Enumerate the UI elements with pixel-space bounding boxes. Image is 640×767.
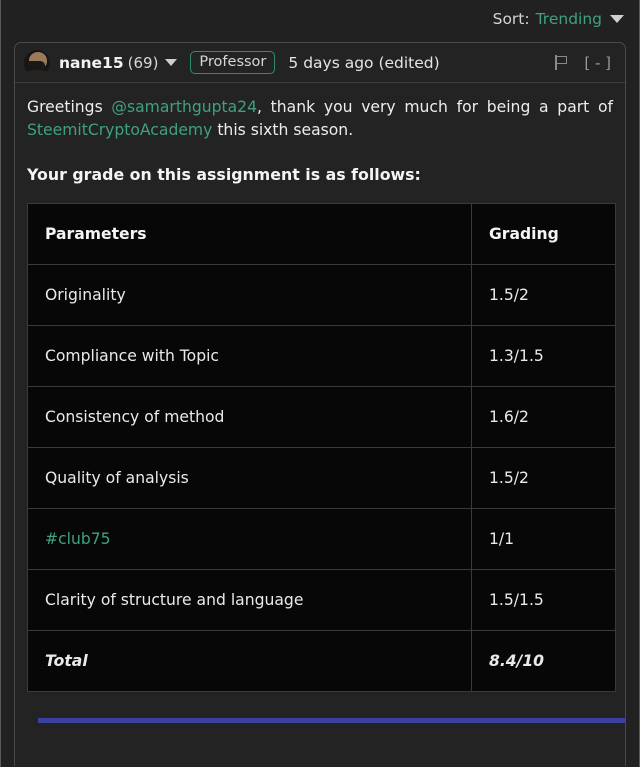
- chevron-down-icon[interactable]: [165, 59, 178, 66]
- tag-link[interactable]: #club75: [45, 530, 111, 548]
- blue-divider: [38, 717, 625, 723]
- cell-parameter: Quality of analysis: [27, 446, 472, 509]
- sort-control[interactable]: Sort: Trending: [493, 5, 624, 33]
- table-row: Originality 1.5/2: [27, 263, 616, 326]
- table-row: Quality of analysis 1.5/2: [27, 446, 616, 509]
- cell-grading: 1.6/2: [471, 385, 616, 448]
- cell-grading: 1.5/2: [471, 446, 616, 509]
- avatar[interactable]: [24, 49, 50, 76]
- user-mention-link[interactable]: @samarthgupta24: [111, 98, 257, 116]
- table-row: #club75 1/1: [27, 507, 616, 570]
- table-header-row: Parameters Grading: [27, 202, 616, 265]
- column-header-parameters: Parameters: [27, 202, 472, 265]
- sort-selected-value[interactable]: Trending: [536, 10, 602, 28]
- cell-parameter: Total: [27, 629, 472, 692]
- flag-icon[interactable]: [555, 55, 568, 70]
- table-row: Total 8.4/10: [27, 629, 616, 692]
- grade-table-head: Parameters Grading: [27, 202, 616, 265]
- sort-label: Sort:: [492, 10, 530, 28]
- table-row: Compliance with Topic 1.3/1.5: [27, 324, 616, 387]
- cell-grading: 1.5/2: [471, 263, 616, 326]
- cell-grading: 1.3/1.5: [471, 324, 616, 387]
- status-badge: Professor: [190, 50, 276, 75]
- author-username[interactable]: nane15: [59, 54, 124, 72]
- collapse-toggle[interactable]: [ - ]: [584, 54, 611, 72]
- cell-grading: 8.4/10: [471, 629, 616, 692]
- greeting-text-post: this sixth season.: [212, 121, 354, 140]
- cell-parameter: Compliance with Topic: [27, 324, 472, 387]
- author-reputation: (69): [127, 53, 159, 72]
- cell-parameter: Originality: [27, 263, 472, 326]
- grade-heading: Your grade on this assignment is as foll…: [27, 164, 421, 184]
- comment-card: nane15 (69) Professor 5 days ago (edited…: [14, 42, 626, 766]
- greeting-text-pre: Greetings: [27, 98, 112, 116]
- cell-grading: 1.5/1.5: [471, 568, 616, 631]
- cell-parameter: #club75: [27, 507, 472, 570]
- page-frame-left-edge: [0, 0, 1, 767]
- comment-header: nane15 (69) Professor 5 days ago (edited…: [15, 43, 625, 83]
- cell-parameter: Clarity of structure and language: [27, 568, 472, 631]
- table-row: Consistency of method 1.6/2: [27, 385, 616, 448]
- flag-cloth: [556, 55, 567, 64]
- table-row: Clarity of structure and language 1.5/1.5: [27, 568, 616, 631]
- chevron-down-icon[interactable]: [610, 15, 624, 23]
- grade-table-body: Originality 1.5/2 Compliance with Topic 1.3…: [27, 263, 616, 692]
- greeting-text-mid: , thank you very much for being a part o…: [257, 98, 614, 116]
- comment-body: Greetings @samarthgupta24, thank you ver…: [15, 83, 625, 723]
- comment-timestamp[interactable]: 5 days ago (edited): [288, 54, 439, 72]
- cell-grading: 1/1: [471, 507, 616, 570]
- grade-table: Parameters Grading Originality 1.5/2 Compl…: [27, 202, 616, 692]
- greeting-paragraph: Greetings @samarthgupta24, thank you ver…: [27, 96, 613, 143]
- column-header-grading: Grading: [471, 202, 616, 265]
- avatar-shoulder: [24, 69, 50, 76]
- cell-parameter: Consistency of method: [27, 385, 472, 448]
- community-link[interactable]: SteemitCryptoAcademy: [27, 121, 212, 139]
